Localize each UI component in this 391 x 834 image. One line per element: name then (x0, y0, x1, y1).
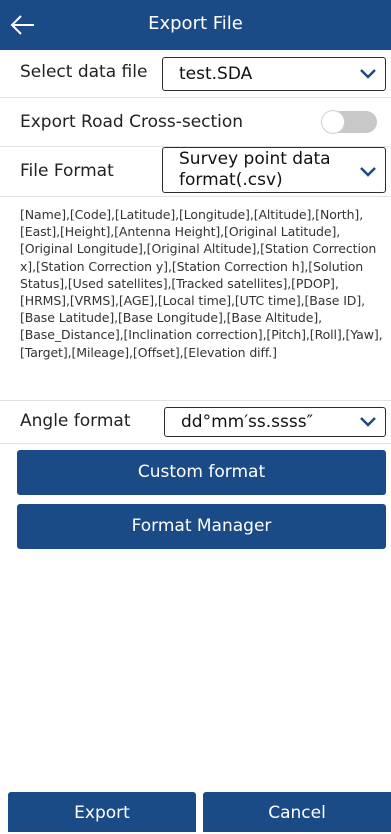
road-section-toggle[interactable] (322, 111, 377, 133)
angle-format-value: dd°mm′ss.ssss″ (181, 412, 313, 432)
page-title: Export File (148, 13, 243, 34)
data-file-select[interactable]: test.SDA (162, 57, 386, 91)
chevron-down-icon (360, 167, 376, 177)
file-format-value-line1: Survey point data (179, 149, 331, 169)
export-button[interactable]: Export (8, 792, 196, 832)
cancel-button[interactable]: Cancel (203, 792, 391, 832)
road-section-label: Export Road Cross-section (20, 112, 244, 132)
file-format-value-line2: format(.csv) (179, 170, 283, 190)
format-manager-button[interactable]: Format Manager (17, 504, 386, 549)
road-section-row: Export Road Cross-section (0, 98, 391, 147)
file-format-select[interactable]: Survey point data format(.csv) (162, 147, 386, 193)
chevron-down-icon (360, 417, 376, 427)
angle-format-label: Angle format (20, 411, 131, 431)
file-format-label: File Format (20, 161, 114, 181)
data-file-value: test.SDA (179, 64, 253, 84)
title-bar: Export File (0, 0, 391, 50)
format-fields-text: [Name],[Code],[Latitude],[Longitude],[Al… (20, 207, 383, 360)
custom-format-button[interactable]: Custom format (17, 450, 386, 495)
data-file-row: Select data file test.SDA (0, 50, 391, 98)
data-file-label: Select data file (20, 62, 148, 82)
angle-format-row: Angle format dd°mm′ss.ssss″ (0, 400, 391, 444)
file-format-row: File Format Survey point data format(.cs… (0, 147, 391, 197)
angle-format-select[interactable]: dd°mm′ss.ssss″ (164, 407, 386, 437)
chevron-down-icon (360, 69, 376, 79)
toggle-knob (322, 111, 344, 133)
